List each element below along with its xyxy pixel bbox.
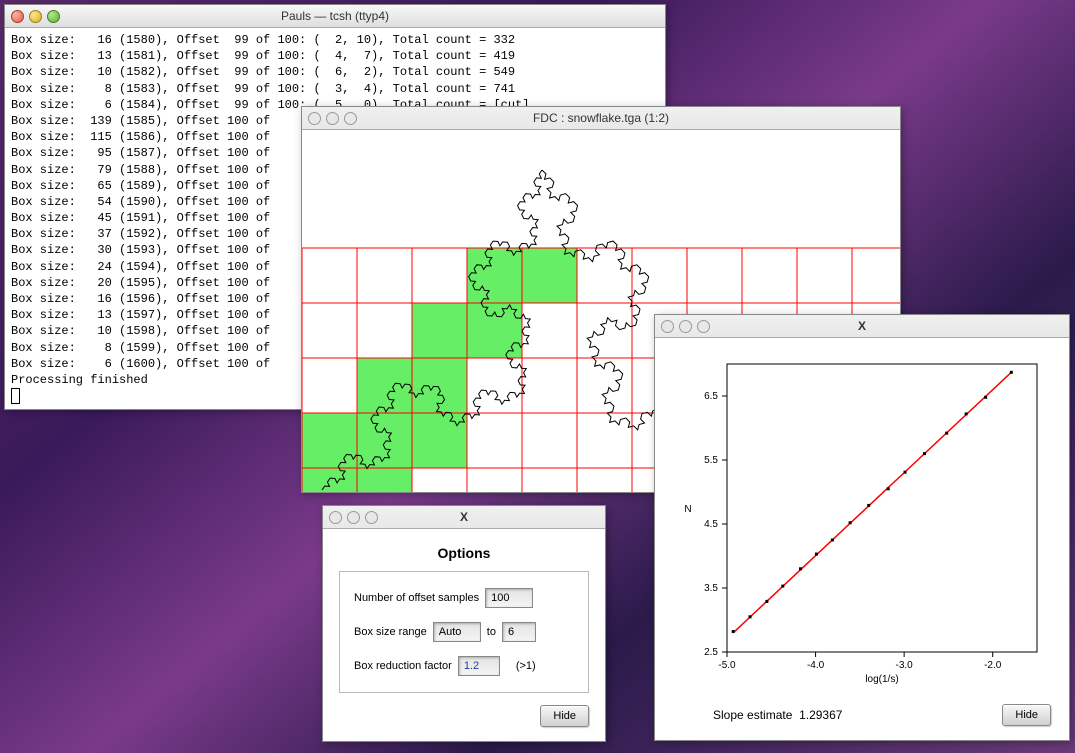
close-icon[interactable] (329, 511, 342, 524)
minimize-icon[interactable] (29, 10, 42, 23)
filled-box (302, 468, 357, 492)
svg-text:N: N (684, 504, 691, 515)
svg-text:3.5: 3.5 (704, 583, 718, 594)
svg-text:-5.0: -5.0 (718, 660, 736, 671)
fractal-titlebar[interactable]: FDC : snowflake.tga (1:2) (302, 107, 900, 130)
filled-box (357, 468, 412, 492)
svg-text:5.5: 5.5 (704, 455, 718, 466)
hide-button[interactable]: Hide (1002, 704, 1051, 726)
data-point (732, 630, 735, 633)
data-point (849, 521, 852, 524)
terminal-title: Pauls — tcsh (ttyp4) (5, 9, 665, 23)
svg-text:4.5: 4.5 (704, 519, 718, 530)
data-point (815, 553, 818, 556)
offset-samples-label: Number of offset samples (354, 592, 479, 604)
chart-window: X -5.0 -4.0 -3.0 -2.0 2.5 3.5 4.5 5.5 6.5 Nlog(1/… (654, 314, 1070, 741)
data-point (781, 585, 784, 588)
chart-titlebar[interactable]: X (655, 315, 1069, 338)
box-range-label: Box size range (354, 626, 427, 638)
filled-box (467, 248, 522, 303)
svg-text:2.5: 2.5 (704, 647, 718, 658)
reduction-input[interactable] (458, 656, 500, 676)
filled-box (412, 413, 467, 468)
data-point (965, 412, 968, 415)
minimize-icon[interactable] (347, 511, 360, 524)
data-point (749, 615, 752, 618)
data-point (887, 487, 890, 490)
filled-box (302, 413, 357, 468)
close-icon[interactable] (11, 10, 24, 23)
options-window: X Options Number of offset samples Box s… (322, 505, 606, 742)
chart-plot: -5.0 -4.0 -3.0 -2.0 2.5 3.5 4.5 5.5 6.5 Nlog(1/s) (672, 352, 1052, 692)
zoom-icon[interactable] (365, 511, 378, 524)
box-range-to-label: to (487, 626, 496, 638)
options-titlebar[interactable]: X (323, 506, 605, 529)
data-point (765, 600, 768, 603)
filled-box (412, 358, 467, 413)
fit-line (733, 372, 1011, 632)
offset-samples-input[interactable] (485, 588, 533, 608)
minimize-icon[interactable] (679, 320, 692, 333)
data-point (799, 567, 802, 570)
svg-text:-4.0: -4.0 (807, 660, 825, 671)
data-point (904, 471, 907, 474)
box-range-to-input[interactable] (502, 622, 536, 642)
reduction-label: Box reduction factor (354, 660, 452, 672)
data-point (831, 539, 834, 542)
filled-box (357, 413, 412, 468)
data-point (867, 504, 870, 507)
minimize-icon[interactable] (326, 112, 339, 125)
close-icon[interactable] (308, 112, 321, 125)
svg-text:-2.0: -2.0 (984, 660, 1002, 671)
fractal-title: FDC : snowflake.tga (1:2) (302, 111, 900, 125)
hide-button[interactable]: Hide (540, 705, 589, 727)
reduction-hint: (>1) (516, 660, 536, 672)
chart-window-title: X (655, 319, 1069, 333)
options-heading: Options (339, 545, 589, 561)
svg-text:-3.0: -3.0 (896, 660, 914, 671)
terminal-titlebar[interactable]: Pauls — tcsh (ttyp4) (5, 5, 665, 28)
data-point (945, 432, 948, 435)
options-panel: Number of offset samples Box size range … (339, 571, 589, 693)
data-point (984, 396, 987, 399)
zoom-icon[interactable] (697, 320, 710, 333)
close-icon[interactable] (661, 320, 674, 333)
data-point (923, 452, 926, 455)
box-range-from-input[interactable] (433, 622, 481, 642)
svg-text:6.5: 6.5 (704, 391, 718, 402)
filled-box (522, 248, 577, 303)
slope-readout: Slope estimate 1.29367 (713, 708, 842, 722)
filled-box (412, 303, 467, 358)
filled-box (467, 303, 522, 358)
zoom-icon[interactable] (344, 112, 357, 125)
data-point (1010, 371, 1013, 374)
zoom-icon[interactable] (47, 10, 60, 23)
svg-text:log(1/s): log(1/s) (865, 674, 898, 685)
